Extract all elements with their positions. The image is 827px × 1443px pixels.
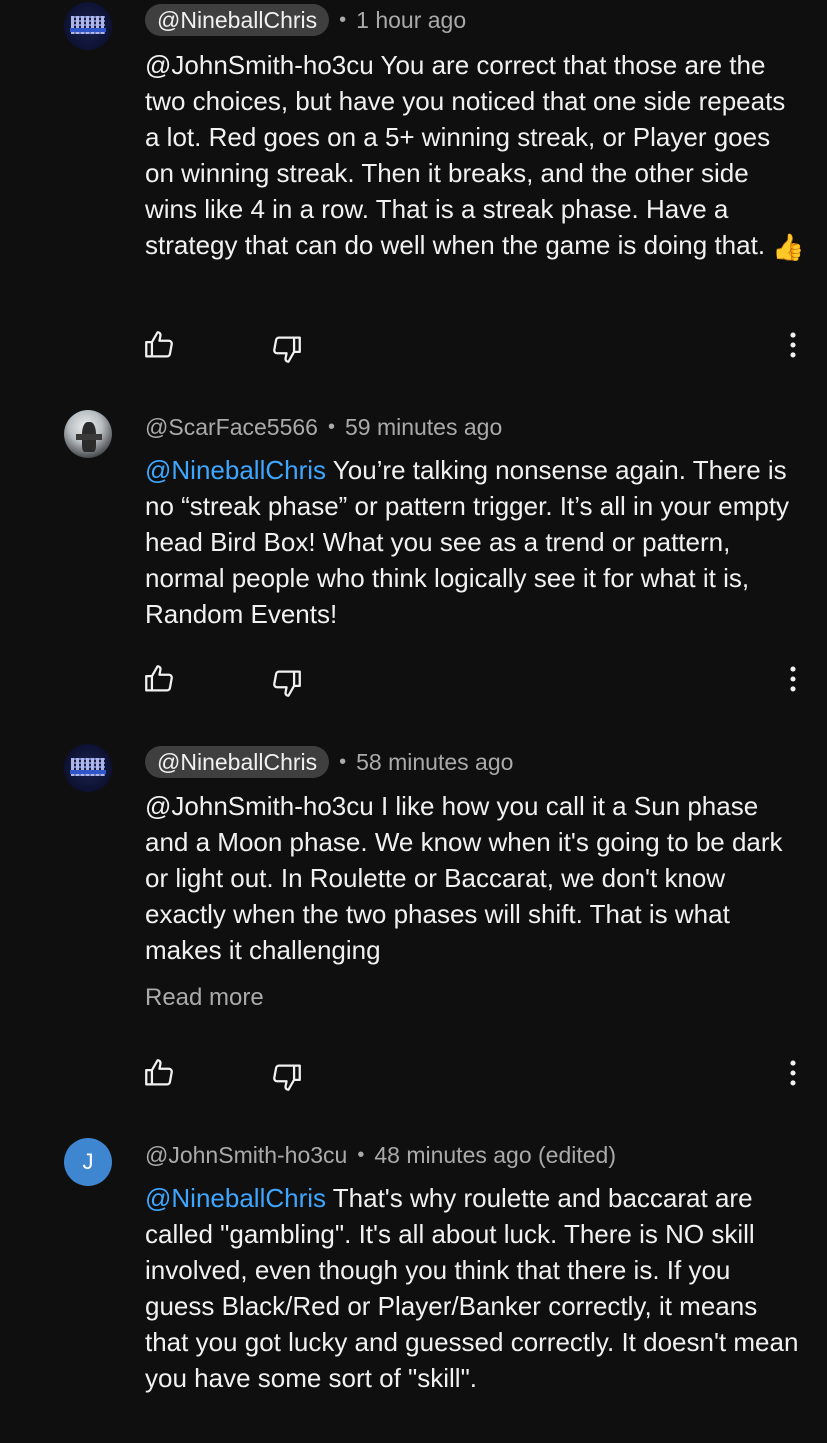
thumbs-up-emoji: 👍	[772, 232, 805, 262]
author-chip[interactable]: @NineballChris	[145, 4, 330, 36]
like-icon[interactable]	[142, 1056, 176, 1090]
author-avatar[interactable]	[64, 410, 112, 458]
comment-body: @JohnSmith-ho3cu You are correct that th…	[145, 50, 786, 260]
comment-header: @ScarFace5566 • 59 minutes ago	[145, 410, 502, 444]
timestamp[interactable]: 48 minutes ago (edited)	[374, 1142, 616, 1169]
author-avatar[interactable]: J	[64, 1138, 112, 1186]
comment-actions	[0, 328, 827, 368]
comment-text: @NineballChris That's why roulette and b…	[145, 1180, 805, 1396]
author-handle[interactable]: @ScarFace5566	[145, 414, 318, 441]
more-vert-icon[interactable]	[776, 662, 810, 696]
dislike-icon[interactable]	[270, 332, 304, 366]
comment-actions	[0, 662, 827, 702]
mention-link[interactable]: @NineballChris	[145, 1183, 326, 1213]
like-icon[interactable]	[142, 662, 176, 696]
separator: •	[327, 415, 335, 438]
dislike-icon[interactable]	[270, 666, 304, 700]
timestamp[interactable]: 1 hour ago	[356, 7, 466, 34]
comment-actions	[0, 1056, 827, 1096]
comment-text: @JohnSmith-ho3cu You are correct that th…	[145, 47, 805, 265]
comment-header: @NineballChris • 58 minutes ago	[145, 745, 513, 779]
read-more-link[interactable]: Read more	[145, 984, 264, 1012]
more-vert-icon[interactable]	[776, 328, 810, 362]
separator: •	[339, 750, 347, 773]
comment-header: @JohnSmith-ho3cu • 48 minutes ago (edite…	[145, 1138, 616, 1172]
mention-link[interactable]: @NineballChris	[145, 455, 326, 485]
comment-header: @NineballChris • 1 hour ago	[145, 3, 466, 37]
separator: •	[339, 8, 347, 31]
author-avatar[interactable]	[64, 744, 112, 792]
author-chip[interactable]: @NineballChris	[145, 746, 330, 778]
timestamp[interactable]: 58 minutes ago	[356, 749, 513, 776]
comment-text: @JohnSmith-ho3cu I like how you call it …	[145, 791, 783, 965]
more-vert-icon[interactable]	[776, 1056, 810, 1090]
separator: •	[357, 1143, 365, 1166]
dislike-icon[interactable]	[270, 1060, 304, 1094]
like-icon[interactable]	[142, 328, 176, 362]
author-handle[interactable]: @JohnSmith-ho3cu	[145, 1142, 347, 1169]
timestamp[interactable]: 59 minutes ago	[345, 414, 502, 441]
author-avatar[interactable]	[64, 2, 112, 50]
comment-text: @NineballChris You’re talking nonsense a…	[145, 452, 805, 632]
comment-body: That's why roulette and baccarat are cal…	[145, 1183, 799, 1393]
